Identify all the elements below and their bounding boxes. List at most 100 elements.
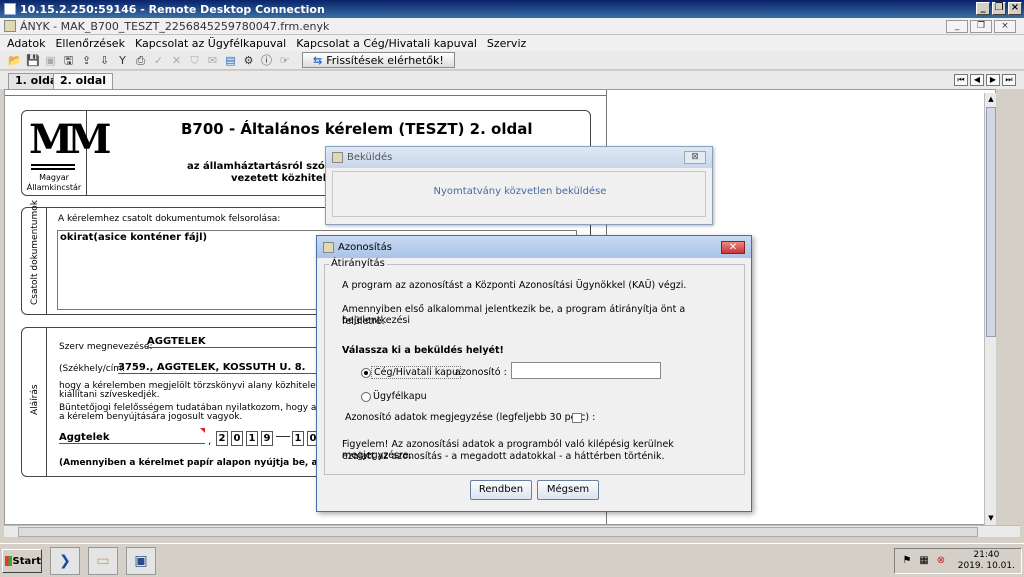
print-icon[interactable]: ⎙ <box>134 54 147 67</box>
radio-ceg-hivatali-kapu[interactable] <box>361 368 371 378</box>
app-title: ÁNYK - MAK_B700_TESZT_2256845259780047.f… <box>20 19 330 33</box>
info-line-2: Amennyiben első alkalommal jelentkezik b… <box>342 304 686 326</box>
vertical-scroll-thumb[interactable] <box>986 107 996 337</box>
remember-label: Azonosító adatok megjegyzése (legfeljebb… <box>345 412 596 423</box>
first-page-icon[interactable]: ⏮ <box>954 74 968 86</box>
redirect-legend: Átirányítás <box>329 258 387 269</box>
vertical-scrollbar[interactable]: ▲ ▼ <box>984 93 996 525</box>
radio-ugyfelkapu-label[interactable]: Ügyfélkapu <box>373 391 427 402</box>
date-digit[interactable]: 9 <box>261 431 273 446</box>
last-page-icon[interactable]: ⏭ <box>1002 74 1016 86</box>
app-close-button[interactable]: × <box>994 20 1016 33</box>
app-minimize-button[interactable]: _ <box>946 20 968 33</box>
date-digit[interactable]: 2 <box>216 431 228 446</box>
logo-line1: Magyar <box>39 173 69 182</box>
menu-ceg-hivatali-kapu[interactable]: Kapcsolat a Cég/Hivatali kapuval <box>296 37 477 50</box>
open-icon[interactable]: 📂 <box>8 54 22 67</box>
send-dialog-message: Nyomtatvány közvetlen beküldése <box>433 186 607 197</box>
next-page-icon[interactable]: ▶ <box>986 74 1000 86</box>
horizontal-scrollbar[interactable] <box>4 525 1020 537</box>
save-disabled-icon: ▣ <box>45 53 56 67</box>
info-icon[interactable]: ⓘ <box>260 54 273 67</box>
send-dialog: Beküldés ⊠ Nyomtatvány közvetlen beküldé… <box>325 146 713 225</box>
rdp-restore-button[interactable]: ❐ <box>992 2 1006 15</box>
java-icon <box>323 241 334 253</box>
org-label: Szerv megnevezése: <box>59 342 153 352</box>
flag-icon[interactable]: ⚑ <box>901 555 913 567</box>
save-as-icon[interactable]: 🖫 <box>62 54 75 67</box>
menu-adatok[interactable]: Adatok <box>7 37 45 50</box>
date-digit[interactable]: 1 <box>246 431 258 446</box>
tools-icon[interactable]: ⚙ <box>242 54 255 67</box>
id-input[interactable] <box>511 362 661 379</box>
refresh-updates-button[interactable]: ⇆ Frissítések elérhetők! <box>302 52 455 68</box>
java-icon <box>332 152 343 163</box>
app-icon <box>4 20 16 32</box>
rdp-title-bar: 10.15.2.250:59146 - Remote Desktop Conne… <box>0 0 1024 18</box>
send-dialog-titlebar: Beküldés <box>326 147 712 168</box>
side-label-sign: Aláírás <box>30 384 40 415</box>
side-label-docs: Csatolt dokumentumok <box>30 200 40 305</box>
logo: MM Magyar Államkincstár <box>21 110 112 196</box>
sound-muted-icon[interactable]: ⊗ <box>935 555 947 567</box>
save-icon[interactable]: 💾 <box>26 54 40 67</box>
check-icon: ✓ <box>153 53 164 67</box>
send-dialog-title: Beküldés <box>347 152 393 163</box>
powershell-icon[interactable]: ❯ <box>50 547 80 575</box>
menu-szerviz[interactable]: Szerviz <box>487 37 526 50</box>
rdp-minimize-button[interactable]: _ <box>976 2 990 15</box>
date-digit[interactable]: 1 <box>292 431 304 446</box>
export-icon[interactable]: ⇩ <box>98 54 111 67</box>
import-icon[interactable]: ⇪ <box>80 54 93 67</box>
place-field[interactable]: Aggtelek <box>59 432 205 444</box>
auth-dialog-titlebar: Azonosítás <box>317 236 751 258</box>
auth-dialog: Azonosítás ✕ Átirányítás A program az az… <box>316 235 752 512</box>
radio-ugyfelkapu[interactable] <box>361 392 371 402</box>
explorer-icon[interactable]: ▭ <box>88 547 118 575</box>
scroll-up-icon[interactable]: ▲ <box>986 94 996 104</box>
required-marker-icon <box>200 428 205 433</box>
menu-ugyfelkapu[interactable]: Kapcsolat az Ügyfélkapuval <box>135 37 286 50</box>
calculator-icon[interactable]: ▤ <box>224 54 237 67</box>
prev-page-icon[interactable]: ◀ <box>970 74 984 86</box>
auth-dialog-close-button[interactable]: ✕ <box>721 241 745 254</box>
system-tray: ⚑ ▦ ⊗ 21:40 2019. 10.01. <box>894 548 1022 574</box>
id-label: azonosító : <box>455 367 507 378</box>
docs-label: A kérelemhez csatolt dokumentumok felsor… <box>58 214 281 224</box>
clock[interactable]: 21:40 2019. 10.01. <box>958 550 1015 572</box>
radio-ceg-hivatali-kapu-label[interactable]: Cég/Hivatali kapu <box>371 366 461 379</box>
rdp-close-button[interactable]: × <box>1008 2 1022 15</box>
windows-logo-icon <box>5 556 12 566</box>
network-icon[interactable]: ▦ <box>918 555 930 567</box>
addr-label: (Székhely/cím: <box>59 364 126 374</box>
menu-ellenorzesek[interactable]: Ellenőrzések <box>55 37 124 50</box>
tab-page-2[interactable]: 2. oldal <box>53 73 114 89</box>
clock-time: 21:40 <box>973 550 1000 560</box>
app-title-bar: ÁNYK - MAK_B700_TESZT_2256845259780047.f… <box>0 18 1024 35</box>
mak-logo-icon: MM <box>29 116 112 163</box>
info-line-1: A program az azonosítást a Központi Azon… <box>342 280 687 291</box>
clock-date: 2019. 10.01. <box>957 561 1015 571</box>
horizontal-scroll-thumb[interactable] <box>18 527 978 537</box>
start-button[interactable]: Start <box>2 549 42 573</box>
warning-line-2: ezalatt az azonosítás - a megadott adato… <box>342 451 665 462</box>
date-digit[interactable]: 0 <box>231 431 243 446</box>
network-app-icon[interactable]: ▣ <box>126 547 156 575</box>
cancel-button[interactable]: Mégsem <box>537 480 599 500</box>
pointer-icon[interactable]: ☞ <box>278 54 291 67</box>
decl-text-2: kiállítani szíveskedjék. <box>59 390 160 400</box>
app-restore-button[interactable]: ❐ <box>970 20 992 33</box>
rdp-app-icon <box>4 3 16 15</box>
menu-bar: Adatok Ellenőrzések Kapcsolat az Ügyfélk… <box>0 35 1024 51</box>
filter-icon[interactable]: Y <box>116 54 129 67</box>
mail-icon: ✉ <box>207 53 218 67</box>
decl-text-4: a kérelem benyújtására jogosult vagyok. <box>59 412 243 422</box>
remember-checkbox[interactable] <box>572 413 582 423</box>
addr-field[interactable]: 3759., AGGTELEK, KOSSUTH U. 8. <box>118 362 328 374</box>
refresh-updates-label: Frissítések elérhetők! <box>326 53 444 67</box>
ok-button[interactable]: Rendben <box>470 480 532 500</box>
scroll-down-icon[interactable]: ▼ <box>986 513 996 523</box>
org-field[interactable]: AGGTELEK <box>147 336 327 348</box>
send-dialog-close-button[interactable]: ⊠ <box>684 151 706 164</box>
taskbar: Start ❯ ▭ ▣ ⚑ ▦ ⊗ 21:40 2019. 10.01. <box>0 543 1024 577</box>
